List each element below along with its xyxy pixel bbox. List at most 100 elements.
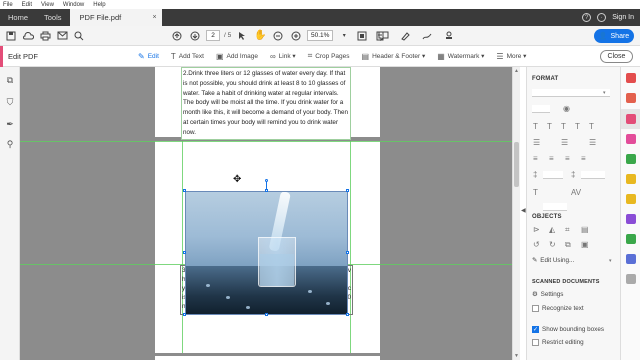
menu-help[interactable]: Help — [93, 2, 105, 8]
highlight-pen-icon[interactable] — [398, 29, 412, 43]
hand-tool-icon[interactable]: ✋ — [253, 29, 267, 43]
scroll-down-arrow-icon[interactable]: ▼ — [514, 353, 519, 359]
text-color-icon[interactable]: ◉ — [563, 105, 570, 113]
rotate-right-icon[interactable]: ↻ — [549, 241, 556, 249]
menu-edit[interactable]: Edit — [22, 2, 32, 8]
zoom-out-icon[interactable] — [271, 29, 285, 43]
resize-handle[interactable] — [346, 313, 349, 316]
page-down-icon[interactable] — [188, 29, 202, 43]
recognize-text-checkbox[interactable]: Recognize text — [532, 305, 584, 312]
fit-page-icon[interactable] — [355, 29, 369, 43]
search-icon[interactable] — [72, 29, 86, 43]
comment-icon[interactable] — [376, 29, 390, 43]
zoom-in-icon[interactable] — [289, 29, 303, 43]
align-left-icon[interactable]: ≡ — [533, 155, 538, 163]
watermark-button[interactable]: ▦ Watermark ▾ — [437, 52, 484, 61]
selected-image-glass-of-water[interactable] — [185, 191, 348, 315]
replace-image-icon[interactable]: ⧉ — [565, 241, 571, 249]
tab-document[interactable]: PDF File.pdf × — [69, 9, 162, 26]
rotate-handle[interactable] — [265, 179, 268, 182]
share-button[interactable]: 👤 Share — [594, 29, 634, 43]
notifications-icon[interactable]: · — [597, 13, 607, 22]
tab-home[interactable]: Home — [0, 9, 36, 26]
resize-handle[interactable] — [183, 189, 186, 192]
restrict-editing-checkbox[interactable]: Restrict editing — [532, 339, 584, 346]
print-production-tool-icon[interactable] — [626, 234, 636, 244]
signatures-icon[interactable]: ✒ — [5, 119, 15, 129]
add-text-button[interactable]: T Add Text — [171, 52, 204, 61]
editable-text-block[interactable]: 2.Drink three liters or 12 glasses of wa… — [181, 67, 351, 140]
kerning-icon[interactable]: AV — [571, 189, 581, 197]
select-cursor-icon[interactable] — [235, 29, 249, 43]
link-button[interactable]: ∞ Link ▾ — [270, 52, 296, 61]
resize-handle[interactable] — [183, 313, 186, 316]
align-center-icon[interactable]: ≡ — [549, 155, 554, 163]
export-pdf-tool-icon[interactable] — [626, 93, 636, 103]
align-right-icon[interactable]: ≡ — [565, 155, 570, 163]
document-viewport[interactable]: 2.Drink three liters or 12 glasses of wa… — [20, 67, 512, 360]
bookmarks-icon[interactable]: ⛉ — [5, 97, 15, 107]
more-tools-icon[interactable] — [626, 274, 636, 284]
combine-files-tool-icon[interactable] — [626, 134, 636, 144]
page-number-input[interactable]: 2 — [206, 30, 220, 41]
tab-tools[interactable]: Tools — [36, 9, 70, 26]
sign-in-link[interactable]: Sign In — [612, 14, 634, 21]
scroll-up-arrow-icon[interactable]: ▲ — [514, 68, 519, 74]
line-spacing-icon[interactable]: ☰ — [589, 139, 596, 147]
font-size-select[interactable] — [532, 105, 550, 113]
resize-handle[interactable] — [265, 189, 268, 192]
upload-cloud-icon[interactable] — [21, 29, 35, 43]
request-signature-tool-icon[interactable] — [626, 214, 636, 224]
more-button[interactable]: ☰ More ▾ — [496, 52, 526, 61]
resize-handle[interactable] — [183, 251, 186, 254]
close-edit-button[interactable]: Close — [600, 50, 633, 63]
help-icon[interactable]: ? — [582, 13, 592, 22]
text-style-icon[interactable]: T — [533, 123, 538, 131]
character-spacing-input[interactable] — [543, 171, 563, 179]
align-justify-icon[interactable]: ≡ — [581, 155, 586, 163]
organize-pages-tool-icon[interactable] — [626, 154, 636, 164]
edit-pdf-tool-icon[interactable] — [626, 114, 636, 124]
add-image-button[interactable]: ▣ Add Image — [216, 52, 258, 61]
text-style-icon[interactable]: T — [575, 123, 580, 131]
vertical-scrollbar[interactable]: ▲ ▼ — [512, 67, 520, 360]
font-family-select[interactable] — [532, 89, 610, 97]
numbered-list-icon[interactable]: ☰ — [561, 139, 568, 147]
character-spacing-icon[interactable]: ‡ — [533, 171, 537, 179]
edit-using-menu[interactable]: ✎ Edit Using... — [532, 257, 574, 264]
resize-handle[interactable] — [346, 189, 349, 192]
attachments-icon[interactable]: ⚲ — [5, 139, 15, 149]
page-thumbnails-icon[interactable]: ⧉ — [5, 75, 15, 85]
rotate-left-icon[interactable]: ↺ — [533, 241, 540, 249]
crop-pages-button[interactable]: ⌗ Crop Pages — [308, 51, 350, 61]
text-style-icon[interactable]: T — [561, 123, 566, 131]
menu-window[interactable]: Window — [63, 2, 84, 8]
print-icon[interactable] — [38, 29, 52, 43]
show-bounding-boxes-checkbox[interactable]: ✓ Show bounding boxes — [532, 326, 604, 333]
zoom-dropdown-icon[interactable]: ▾ — [337, 29, 351, 43]
bulleted-list-icon[interactable]: ☰ — [533, 139, 540, 147]
page-up-icon[interactable] — [170, 29, 184, 43]
edit-button[interactable]: ✎ Edit — [138, 52, 159, 61]
comment-tool-icon[interactable] — [626, 174, 636, 184]
zoom-level-input[interactable]: 50.1% — [307, 30, 334, 41]
paragraph-spacing-input[interactable] — [581, 171, 605, 179]
create-pdf-tool-icon[interactable] — [626, 73, 636, 83]
protect-tool-icon[interactable] — [626, 254, 636, 264]
email-icon[interactable] — [55, 29, 69, 43]
fill-sign-tool-icon[interactable] — [626, 194, 636, 204]
resize-handle[interactable] — [265, 313, 268, 316]
menu-file[interactable]: File — [3, 2, 13, 8]
header-footer-button[interactable]: ▤ Header & Footer ▾ — [362, 52, 426, 61]
text-style-icon[interactable]: T — [547, 123, 552, 131]
paragraph-spacing-icon[interactable]: ‡ — [571, 171, 575, 179]
flip-horizontal-icon[interactable]: ◭ — [549, 226, 555, 234]
scaling-input[interactable] — [543, 203, 567, 211]
resize-handle[interactable] — [346, 251, 349, 254]
save-icon[interactable] — [4, 29, 18, 43]
menu-view[interactable]: View — [41, 2, 54, 8]
arrange-icon[interactable]: ▤ — [581, 226, 589, 234]
group-icon[interactable]: ▣ — [581, 241, 589, 249]
scrollbar-thumb[interactable] — [514, 142, 519, 187]
horizontal-scaling-icon[interactable]: T — [533, 189, 538, 197]
